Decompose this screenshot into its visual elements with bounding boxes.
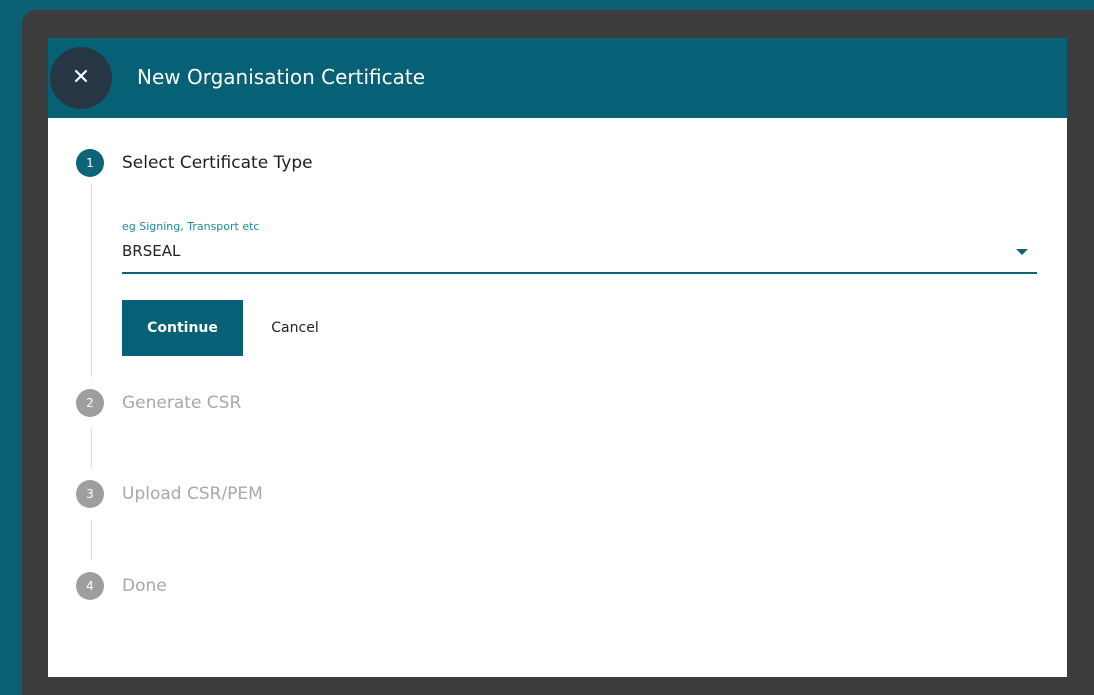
step-upload-csr-pem: 3 Upload CSR/PEM <box>76 480 263 508</box>
certificate-type-value: BRSEAL <box>122 242 181 260</box>
step-number-badge: 1 <box>76 149 104 177</box>
step-select-certificate-type: 1 Select Certificate Type <box>76 149 313 177</box>
step-label: Done <box>122 576 167 596</box>
dialog-title: New Organisation Certificate <box>137 65 426 89</box>
step-connector-line <box>91 520 92 560</box>
step-generate-csr: 2 Generate CSR <box>76 389 241 417</box>
cancel-button[interactable]: Cancel <box>252 300 338 356</box>
certificate-dialog: New Organisation Certificate 1 Select Ce… <box>48 38 1067 677</box>
dropdown-arrow-icon[interactable] <box>1016 249 1028 255</box>
step-number-badge: 3 <box>76 480 104 508</box>
certificate-type-label: eg Signing, Transport etc <box>122 220 260 233</box>
dialog-header: New Organisation Certificate <box>48 38 1067 118</box>
step-connector-line <box>91 183 92 377</box>
step-label: Select Certificate Type <box>122 153 313 173</box>
step-label: Generate CSR <box>122 393 242 413</box>
certificate-type-select[interactable]: eg Signing, Transport etc BRSEAL <box>122 216 1037 274</box>
close-icon <box>73 68 89 88</box>
step-number-badge: 2 <box>76 389 104 417</box>
close-button[interactable] <box>50 47 112 109</box>
step-label: Upload CSR/PEM <box>122 484 263 504</box>
step-done: 4 Done <box>76 572 167 600</box>
step-number-badge: 4 <box>76 572 104 600</box>
step-connector-line <box>91 429 92 467</box>
continue-button[interactable]: Continue <box>122 300 243 356</box>
